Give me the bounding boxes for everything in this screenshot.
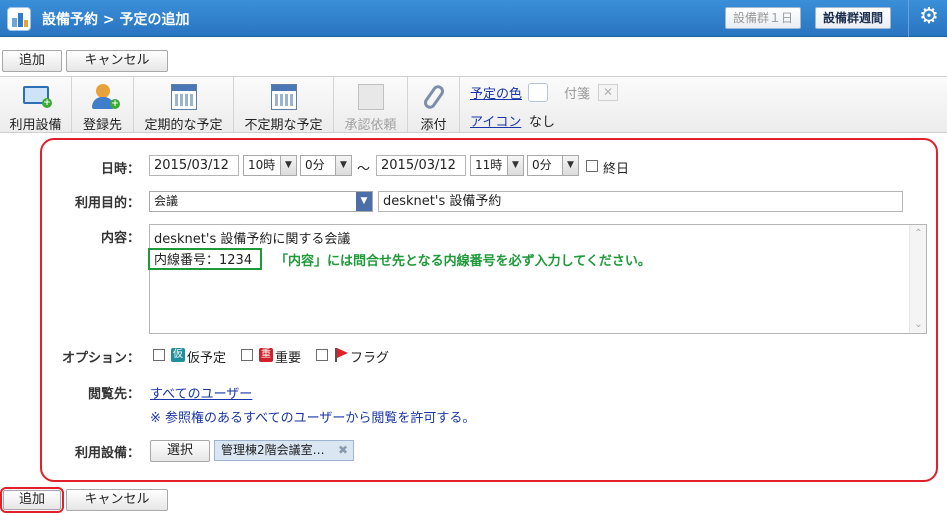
cancel-button-bottom[interactable]: キャンセル: [66, 489, 168, 511]
flag-label: フラグ: [350, 351, 390, 366]
sticky-label: 付箋: [564, 87, 591, 102]
flag-icon: [333, 347, 349, 363]
important-label: 重要: [275, 351, 302, 366]
equipment-label: 利用設備：: [74, 446, 140, 461]
end-minute-select[interactable]: 0分 ▼: [527, 155, 579, 176]
end-date-input[interactable]: 2015/03/12: [376, 155, 466, 176]
flag-checkbox[interactable]: [316, 349, 328, 361]
add-button-bottom[interactable]: 追加: [3, 490, 61, 510]
group-week-view-button[interactable]: 設備群週間: [815, 7, 892, 29]
cancel-button-top[interactable]: キャンセル: [66, 50, 168, 72]
datetime-label: 日時：: [100, 162, 140, 177]
toolbar-approval-button: 承認依頼: [334, 77, 408, 133]
content-label: 内容：: [100, 231, 140, 246]
calendar-icon: [170, 84, 197, 110]
users-add-icon: [95, 84, 110, 98]
range-separator: ～: [357, 162, 371, 177]
start-minute-select[interactable]: 0分 ▼: [300, 155, 352, 176]
calendar-icon: [270, 84, 297, 110]
scroll-down-icon[interactable]: ⌄: [910, 316, 927, 333]
all-users-link[interactable]: すべてのユーザー: [150, 383, 252, 402]
viewers-note: ※ 参照権のあるすべてのユーザーから閲覧を許可する。: [150, 411, 476, 426]
icon-value: なし: [529, 115, 556, 130]
chevron-down-icon: ▼: [280, 156, 296, 175]
title-input[interactable]: desknet's 設備予約: [378, 191, 903, 212]
group-day-view-button[interactable]: 設備群１日: [725, 7, 802, 29]
equipment-booking-app-icon: [7, 7, 31, 31]
add-button-top[interactable]: 追加: [2, 50, 62, 72]
event-color-link[interactable]: 予定の色: [470, 83, 522, 102]
tentative-icon: 仮: [171, 348, 185, 362]
options-label: オプション：: [61, 351, 140, 366]
important-icon: 重: [259, 348, 273, 362]
toolbar-attach-button[interactable]: 添付: [408, 77, 460, 133]
start-date-input[interactable]: 2015/03/12: [149, 155, 239, 176]
paperclip-icon: [421, 82, 446, 112]
purpose-category-select[interactable]: 会議 ▼: [149, 191, 373, 212]
event-color-swatch[interactable]: [528, 83, 548, 102]
end-hour-select[interactable]: 11時 ▼: [470, 155, 524, 176]
viewers-label: 閲覧先：: [87, 387, 140, 402]
app-header: 設備予約 > 予定の追加 設備群１日 設備群週間 ⚙: [0, 0, 947, 37]
important-checkbox[interactable]: [241, 349, 253, 361]
page-title: 設備予約 > 予定の追加: [42, 12, 190, 28]
gear-icon: ⚙: [919, 4, 939, 29]
chevron-down-icon: ▼: [562, 156, 578, 175]
approval-icon: [357, 84, 384, 110]
chevron-down-icon: ▼: [356, 192, 372, 211]
tentative-label: 仮予定: [187, 351, 227, 366]
toolbar-registrant-button[interactable]: + 登録先: [72, 77, 134, 133]
extension-highlight-box: [148, 248, 262, 270]
scroll-up-icon[interactable]: ⌃: [910, 225, 927, 242]
content-textarea[interactable]: desknet's 設備予約に関する会議 内線番号：1234 ⌃ ⌄: [149, 224, 927, 334]
allday-label: 終日: [603, 162, 630, 177]
purpose-label: 利用目的：: [74, 196, 140, 211]
toolbar-irregular-button[interactable]: 不定期な予定: [234, 77, 334, 133]
equipment-chip: 管理棟2階会議室… ✖: [214, 440, 354, 461]
tentative-checkbox[interactable]: [153, 349, 165, 361]
toolbar-equipment-button[interactable]: + 利用設備: [0, 77, 72, 133]
chevron-down-icon: ▼: [507, 156, 523, 175]
content-scrollbar[interactable]: ⌃ ⌄: [909, 225, 926, 333]
equipment-select-button[interactable]: 選択: [150, 440, 210, 462]
start-hour-select[interactable]: 10時 ▼: [243, 155, 297, 176]
icon-link[interactable]: アイコン: [470, 111, 521, 130]
toolbar-recurring-button[interactable]: 定期的な予定: [134, 77, 234, 133]
sticky-clear-icon[interactable]: ✕: [598, 84, 618, 101]
settings-button[interactable]: ⚙: [908, 0, 947, 37]
remove-chip-icon[interactable]: ✖: [338, 441, 348, 460]
content-instruction-note: 「内容」には問合せ先となる内線番号を必ず入力してください。: [275, 254, 651, 269]
chevron-down-icon: ▼: [335, 156, 351, 175]
allday-checkbox[interactable]: [586, 160, 598, 172]
